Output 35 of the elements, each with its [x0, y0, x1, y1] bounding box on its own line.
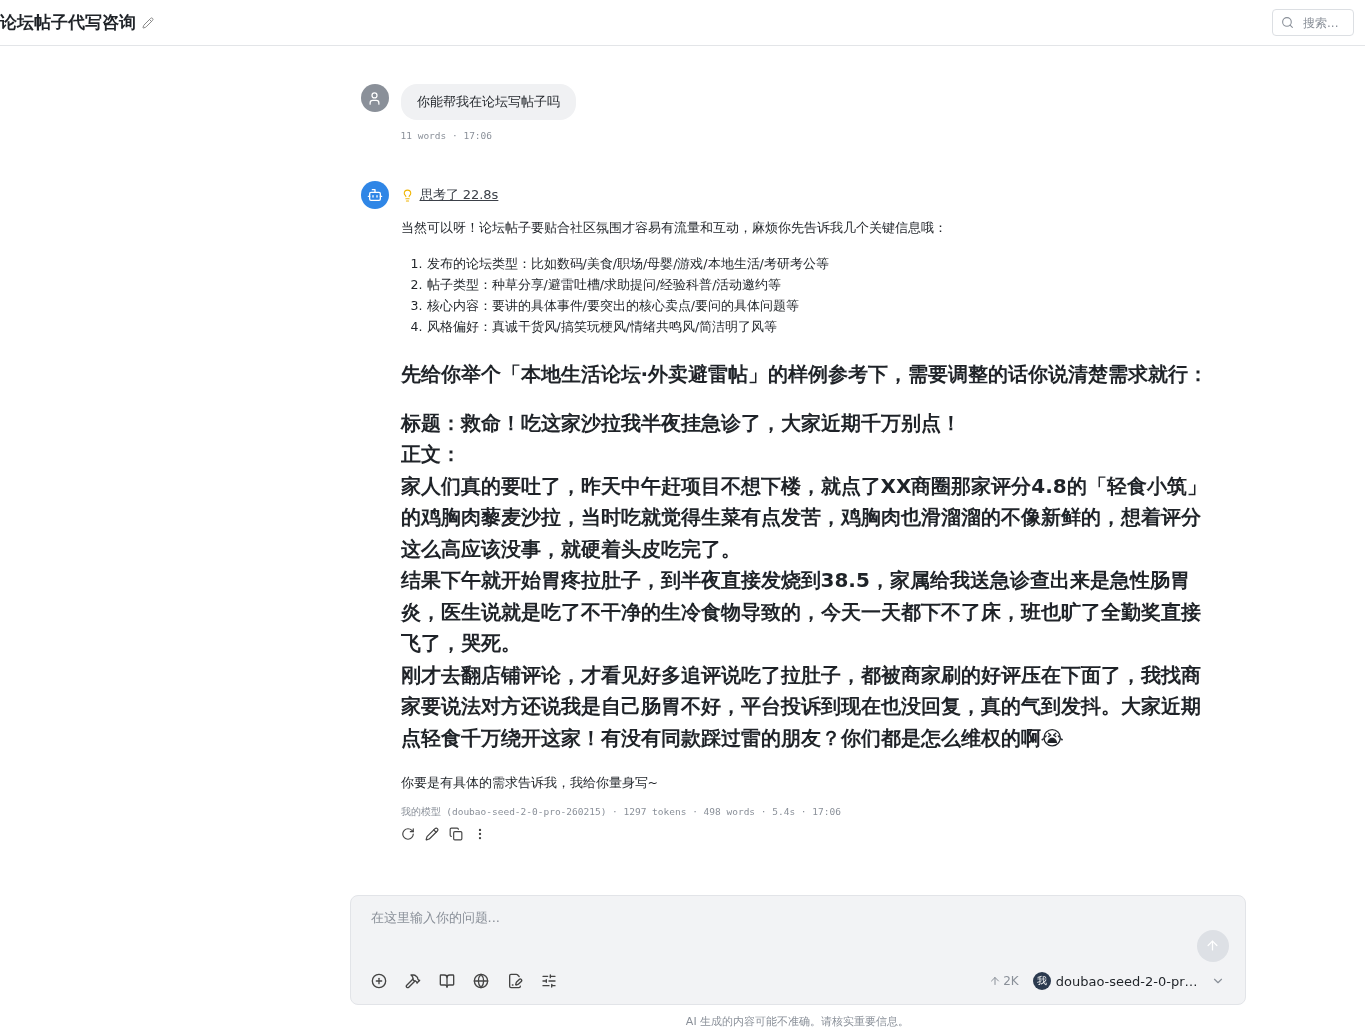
edit-icon[interactable] [424, 827, 439, 841]
message-meta: 我的模型 (doubao-seed-2-0-pro-260215) · 1297 tokens · 498 words · 5.4s · 17:06 [400, 806, 841, 819]
message-meta: 11 words · 17:06 [400, 130, 492, 141]
bot-avatar [360, 181, 389, 209]
model-selector[interactable]: 我 doubao-seed-2-0-pr… [1032, 972, 1225, 990]
thinking-toggle[interactable]: 思考了 22.8s [400, 186, 499, 204]
list-number: 4. [410, 318, 423, 336]
list-item: 帖子类型：种草分享/避雷吐槽/求助提问/经验科普/活动邀约等 [426, 276, 782, 294]
search-icon [1281, 16, 1294, 29]
disclaimer: AI 生成的内容可能不准确。请核实重要信息。 [685, 1014, 910, 1029]
list-number: 2. [410, 276, 423, 294]
chat-title: 论坛帖子代写咨询 [0, 11, 136, 34]
arrow-up-icon [989, 975, 1002, 987]
post-text: 先给你举个「本地生活论坛·外卖避雷帖」的样例参考下，需要调整的话你说清楚需求就行： [400, 361, 1210, 388]
list-item: 核心内容：要讲的具体事件/要突出的核心卖点/要问的具体问题等 [426, 297, 799, 315]
document-icon[interactable] [506, 973, 523, 989]
reply-paragraph: 当然可以呀！论坛帖子要贴合社区氛围才容易有流量和互动，麻烦你先告诉我几个关键信息哦： [400, 220, 947, 237]
user-avatar [360, 84, 389, 112]
copy-icon[interactable] [448, 827, 463, 841]
list-item: 风格偏好：真诚干货风/搞笑玩梗风/情绪共鸣风/简洁明了风等 [426, 318, 778, 336]
post-text: 标题：救命！吃这家沙拉我半夜挂急诊了，大家近期千万别点！ 正文： 家人们真的要吐了，昨天中午赶项目不想下楼，就点了XX商圈那家评分4.8的「轻食小筑」的鸡胸肉藜麦沙拉，当时吃就觉得生菜有点发苦，鸡胸肉也滑溜溜的不像新鲜的，想着评分这么高应该没事，就硬着头皮吃完了。 结果下午就开始胃疼拉肚子，到半夜直接发烧到38.5，家属给我送急诊查出来是急性肠胃炎，医生说就是吃了不干净的生冷食物导致的，今天一天都下不了床，班也旷了全勤奖直接飞了，哭死。 刚才去翻店铺评论，才看见好多追评说吃了拉肚子，都被商家刷的好评压在下面了，我找商家要说法对方还说我是自己肠胃不好，平台投诉到现在也没回复，真的气到发抖。大家近期点轻食千万绕开这家！有没有同款踩过雷的朋友？你们都是怎么维权的啊😭 [400, 409, 1208, 752]
search-field[interactable]: 搜索... [1272, 9, 1354, 36]
list-number: 3. [410, 297, 423, 315]
message-composer[interactable]: 在这里输入你的问题... 2K 我 doubao-seed-2-0-pr… [349, 895, 1246, 1005]
globe-icon[interactable] [472, 973, 489, 989]
reply-paragraph: 你要是有具体的需求告诉我，我给你量身写~ [400, 775, 658, 792]
book-icon[interactable] [438, 973, 455, 989]
user-message: 你能帮我在论坛写帖子吗 [400, 84, 576, 120]
list-number: 1. [410, 255, 423, 273]
sliders-icon[interactable] [540, 973, 557, 989]
regenerate-icon[interactable] [400, 827, 415, 841]
add-icon[interactable] [370, 973, 387, 989]
token-count: 2K [1003, 974, 1019, 988]
hammer-icon[interactable] [404, 973, 421, 989]
list-item: 发布的论坛类型：比如数码/美食/职场/母婴/游戏/本地生活/考研考公等 [426, 255, 829, 273]
